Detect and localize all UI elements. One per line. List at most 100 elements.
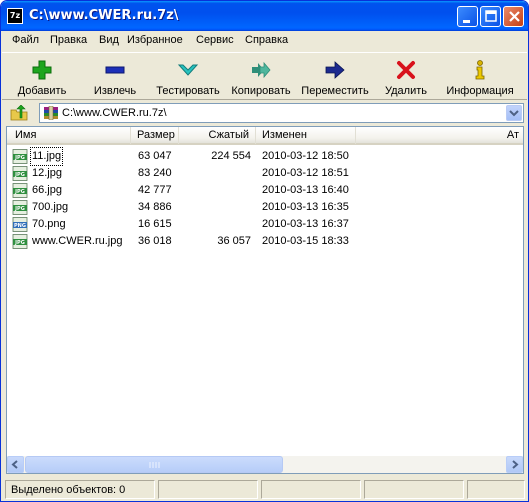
grip-icon	[149, 462, 160, 468]
menu-view[interactable]: Вид	[98, 34, 120, 46]
chevron-right-icon	[512, 460, 519, 469]
file-type-label: JPG	[14, 189, 25, 195]
column-header-modified[interactable]: Изменен	[256, 127, 356, 144]
file-packed-size	[179, 216, 251, 233]
folder-up-icon[interactable]	[10, 105, 28, 121]
info-icon	[475, 60, 485, 80]
status-bar: Выделено объектов: 0	[2, 477, 527, 501]
menu-help[interactable]: Справка	[244, 34, 289, 46]
menu-tools[interactable]: Сервис	[195, 34, 235, 46]
minimize-icon	[463, 20, 470, 23]
delete-label: Удалить	[385, 85, 427, 97]
file-size: 16 615	[138, 218, 172, 230]
jpg-file-icon: JPG	[12, 200, 28, 215]
address-combobox[interactable]: C:\www.CWER.ru.7z\	[39, 103, 524, 123]
app-window: 7z C:\www.CWER.ru.7z\ Файл Правка Вид Из…	[0, 0, 529, 502]
selected-count: Выделено объектов: 0	[11, 484, 126, 496]
file-modified: 2010-03-15 18:33	[262, 235, 349, 247]
x-icon	[397, 61, 415, 79]
table-row[interactable]: JPG 11.jpg 63 047 224 554 2010-03-12 18:50	[7, 147, 523, 166]
close-icon	[509, 11, 520, 22]
table-row[interactable]: JPG www.CWER.ru.jpg 36 018 36 057 2010-03-15…	[7, 233, 523, 250]
copy-label: Копировать	[231, 85, 291, 97]
status-panel-2	[158, 480, 258, 499]
delete-button[interactable]: Удалить	[376, 55, 436, 99]
column-header-attributes[interactable]: Ат	[356, 127, 523, 144]
file-modified: 2010-03-12 18:51	[262, 167, 349, 179]
jpg-file-icon: JPG	[12, 166, 28, 181]
info-label: Информация	[446, 85, 514, 97]
file-type-label: JPG	[14, 240, 25, 246]
scroll-right-button[interactable]	[506, 456, 523, 473]
info-button[interactable]: Информация	[442, 55, 518, 99]
menu-bar: Файл Правка Вид Избранное Сервис Справка	[2, 31, 527, 51]
file-name: 11.jpg	[29, 147, 64, 166]
add-button[interactable]: Добавить	[8, 55, 76, 99]
address-path: C:\www.CWER.ru.7z\	[62, 107, 167, 119]
chevron-left-icon	[11, 460, 18, 469]
menu-edit[interactable]: Правка	[49, 34, 88, 46]
maximize-icon	[485, 10, 497, 22]
menu-file[interactable]: Файл	[11, 34, 40, 46]
png-file-icon: PNG	[12, 217, 28, 232]
plus-icon	[32, 60, 52, 80]
file-list[interactable]: Имя Размер Сжатый Изменен Ат JPG 11.jpg 63…	[6, 126, 524, 474]
move-label: Переместить	[301, 85, 369, 97]
toolbar: Добавить Извлечь Тестировать Копировать	[2, 52, 527, 100]
file-name: www.CWER.ru.jpg	[32, 235, 123, 247]
file-type-label: JPG	[14, 172, 25, 178]
file-packed-size: 36 057	[217, 235, 251, 247]
jpg-file-icon: JPG	[12, 234, 28, 249]
extract-label: Извлечь	[93, 85, 137, 97]
horizontal-scrollbar[interactable]	[7, 456, 523, 473]
table-row[interactable]: JPG 12.jpg 83 240 2010-03-12 18:51	[7, 165, 523, 182]
test-label: Тестировать	[156, 85, 220, 97]
address-dropdown-button[interactable]	[506, 105, 522, 121]
7zip-app-icon: 7z	[7, 8, 23, 24]
arrow-right-icon	[325, 61, 345, 79]
add-label: Добавить	[17, 85, 67, 97]
check-icon	[177, 64, 199, 76]
file-packed-size	[179, 165, 251, 182]
file-modified: 2010-03-13 16:40	[262, 184, 349, 196]
window-title: C:\www.CWER.ru.7z\	[29, 8, 179, 23]
file-size: 83 240	[138, 167, 172, 179]
file-packed-size	[179, 182, 251, 199]
minimize-button[interactable]	[457, 6, 478, 27]
move-button[interactable]: Переместить	[298, 55, 372, 99]
file-size: 63 047	[138, 150, 172, 162]
copy-button[interactable]: Копировать	[226, 55, 296, 99]
title-bar[interactable]: 7z C:\www.CWER.ru.7z\	[1, 1, 528, 31]
maximize-button[interactable]	[480, 6, 501, 27]
column-header-size[interactable]: Размер	[131, 127, 179, 144]
status-panel-4	[364, 480, 464, 499]
file-name: 66.jpg	[32, 184, 62, 196]
file-packed-size	[179, 199, 251, 216]
status-panel-selection: Выделено объектов: 0	[5, 480, 155, 499]
file-name: 70.png	[32, 218, 66, 230]
file-modified: 2010-03-13 16:37	[262, 218, 349, 230]
extract-button[interactable]: Извлечь	[84, 55, 146, 99]
file-size: 36 018	[138, 235, 172, 247]
chevron-down-icon	[509, 110, 519, 117]
list-header: Имя Размер Сжатый Изменен Ат	[7, 127, 523, 145]
file-modified: 2010-03-12 18:50	[262, 150, 349, 162]
double-arrow-icon	[252, 61, 271, 79]
scroll-thumb[interactable]	[25, 456, 283, 473]
status-panel-5	[467, 480, 525, 499]
table-row[interactable]: PNG 70.png 16 615 2010-03-13 16:37	[7, 216, 523, 233]
file-modified: 2010-03-13 16:35	[262, 201, 349, 213]
test-button[interactable]: Тестировать	[150, 55, 226, 99]
file-type-label: JPG	[14, 155, 25, 161]
file-name: 700.jpg	[32, 201, 69, 213]
column-header-packed[interactable]: Сжатый	[179, 127, 256, 144]
scroll-left-button[interactable]	[7, 456, 24, 473]
table-row[interactable]: JPG 66.jpg 42 777 2010-03-13 16:40	[7, 182, 523, 199]
file-type-label: JPG	[14, 206, 25, 212]
close-button[interactable]	[503, 6, 524, 27]
file-packed-size: 224 554	[211, 150, 251, 162]
column-header-name[interactable]: Имя	[7, 127, 131, 144]
menu-favorites[interactable]: Избранное	[126, 34, 184, 46]
table-row[interactable]: JPG 700.jpg 34 886 2010-03-13 16:35	[7, 199, 523, 216]
address-bar: C:\www.CWER.ru.7z\	[2, 101, 527, 125]
